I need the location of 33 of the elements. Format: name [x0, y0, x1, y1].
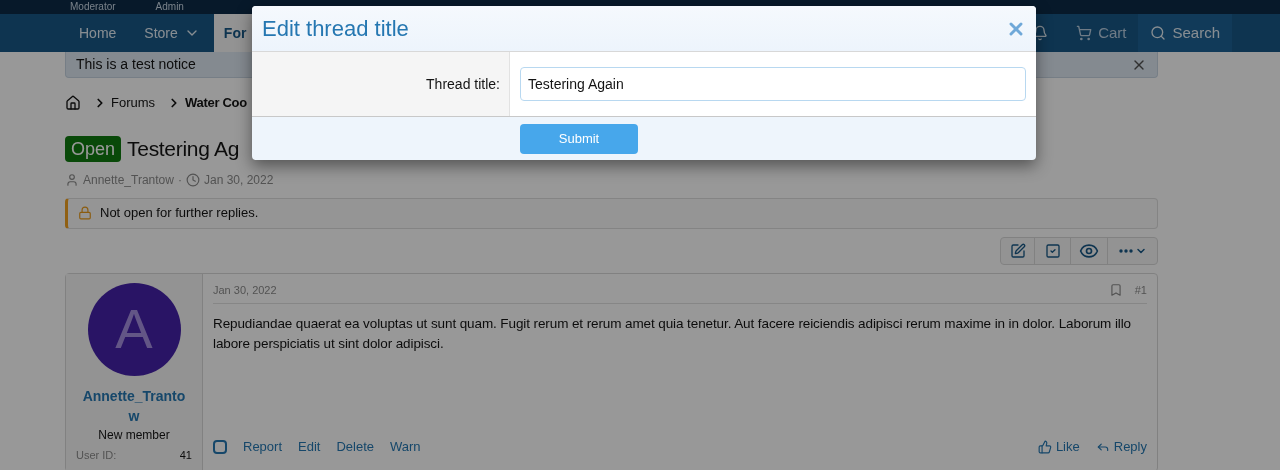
post-action-link[interactable]: Warn: [390, 436, 421, 457]
nav-button[interactable]: Cart: [1064, 14, 1139, 52]
thread-date[interactable]: Jan 30, 2022: [203, 170, 274, 189]
author-link[interactable]: Annette_Trantow: [83, 170, 174, 189]
post-number[interactable]: #1: [1134, 281, 1147, 299]
notice-text: This is a test notice: [76, 55, 196, 74]
separator-dot: ·: [177, 171, 182, 189]
reaction-link[interactable]: Like: [1037, 436, 1080, 457]
top-bar-link[interactable]: Admin: [155, 2, 184, 12]
submit-button[interactable]: Submit: [520, 123, 638, 154]
closed-notice-text: Not open for further replies.: [100, 204, 259, 223]
field-label: Thread title:: [426, 74, 500, 94]
reaction-link[interactable]: Reply: [1095, 436, 1147, 457]
avatar[interactable]: A: [87, 282, 181, 376]
user-id-label: User ID:: [76, 447, 117, 463]
breadcrumb-link[interactable]: Forums: [111, 93, 156, 113]
post-body: Repudiandae quaerat ea voluptas ut sunt quam. Fugit rerum et rerum amet quia tenetur. Aut facere reiciendis adipisci rerum maxime in in dolor. Laborum illo labore perspiciatis ut sint dolor adipisci.: [213, 314, 1132, 353]
post-action-link[interactable]: Report: [243, 436, 283, 457]
nav-tab[interactable]: Store: [130, 14, 214, 52]
prefix-label: Open: [65, 135, 122, 162]
nav-button[interactable]: Search: [1138, 14, 1232, 52]
user-id-value: 41: [179, 447, 192, 463]
dialog-title: Edit thread title: [262, 15, 409, 43]
thread-title-field[interactable]: Testering Again: [520, 67, 1026, 101]
post-action-link[interactable]: Delete: [336, 436, 374, 457]
top-bar-link[interactable]: Moderator: [70, 2, 116, 12]
thread-title: Testering Ag: [127, 136, 240, 162]
post-date[interactable]: Jan 30, 2022: [213, 281, 277, 299]
nav-tab[interactable]: Home: [65, 14, 131, 52]
username-link[interactable]: Annette_Trantow: [82, 385, 186, 426]
breadcrumb-link[interactable]: Water Coo: [185, 93, 247, 113]
post-action-link[interactable]: Edit: [298, 436, 321, 457]
user-role: New member: [98, 426, 170, 444]
